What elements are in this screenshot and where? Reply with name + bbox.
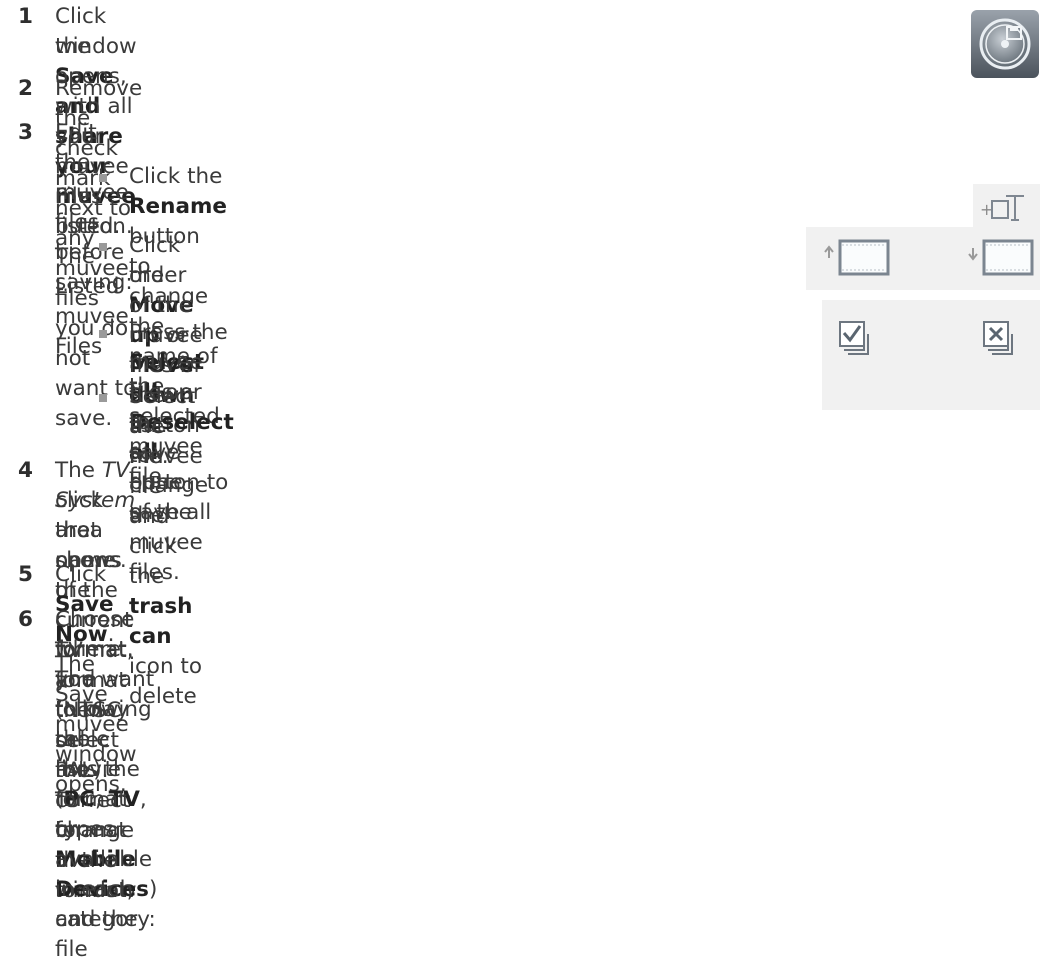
move-up-icon xyxy=(824,239,890,276)
move-down-icon xyxy=(968,239,1034,276)
select-icons-panel xyxy=(822,300,1040,410)
select-all-icon xyxy=(839,321,869,355)
save-share-icon xyxy=(970,9,1040,79)
bullet-marker xyxy=(99,330,107,338)
move-icons-panel xyxy=(806,227,1040,290)
bullet-marker xyxy=(99,394,107,402)
bullet-marker xyxy=(99,243,107,251)
deselect-all-icon xyxy=(983,321,1013,355)
bullet-marker xyxy=(99,174,107,182)
step-number: 1 xyxy=(18,4,33,29)
